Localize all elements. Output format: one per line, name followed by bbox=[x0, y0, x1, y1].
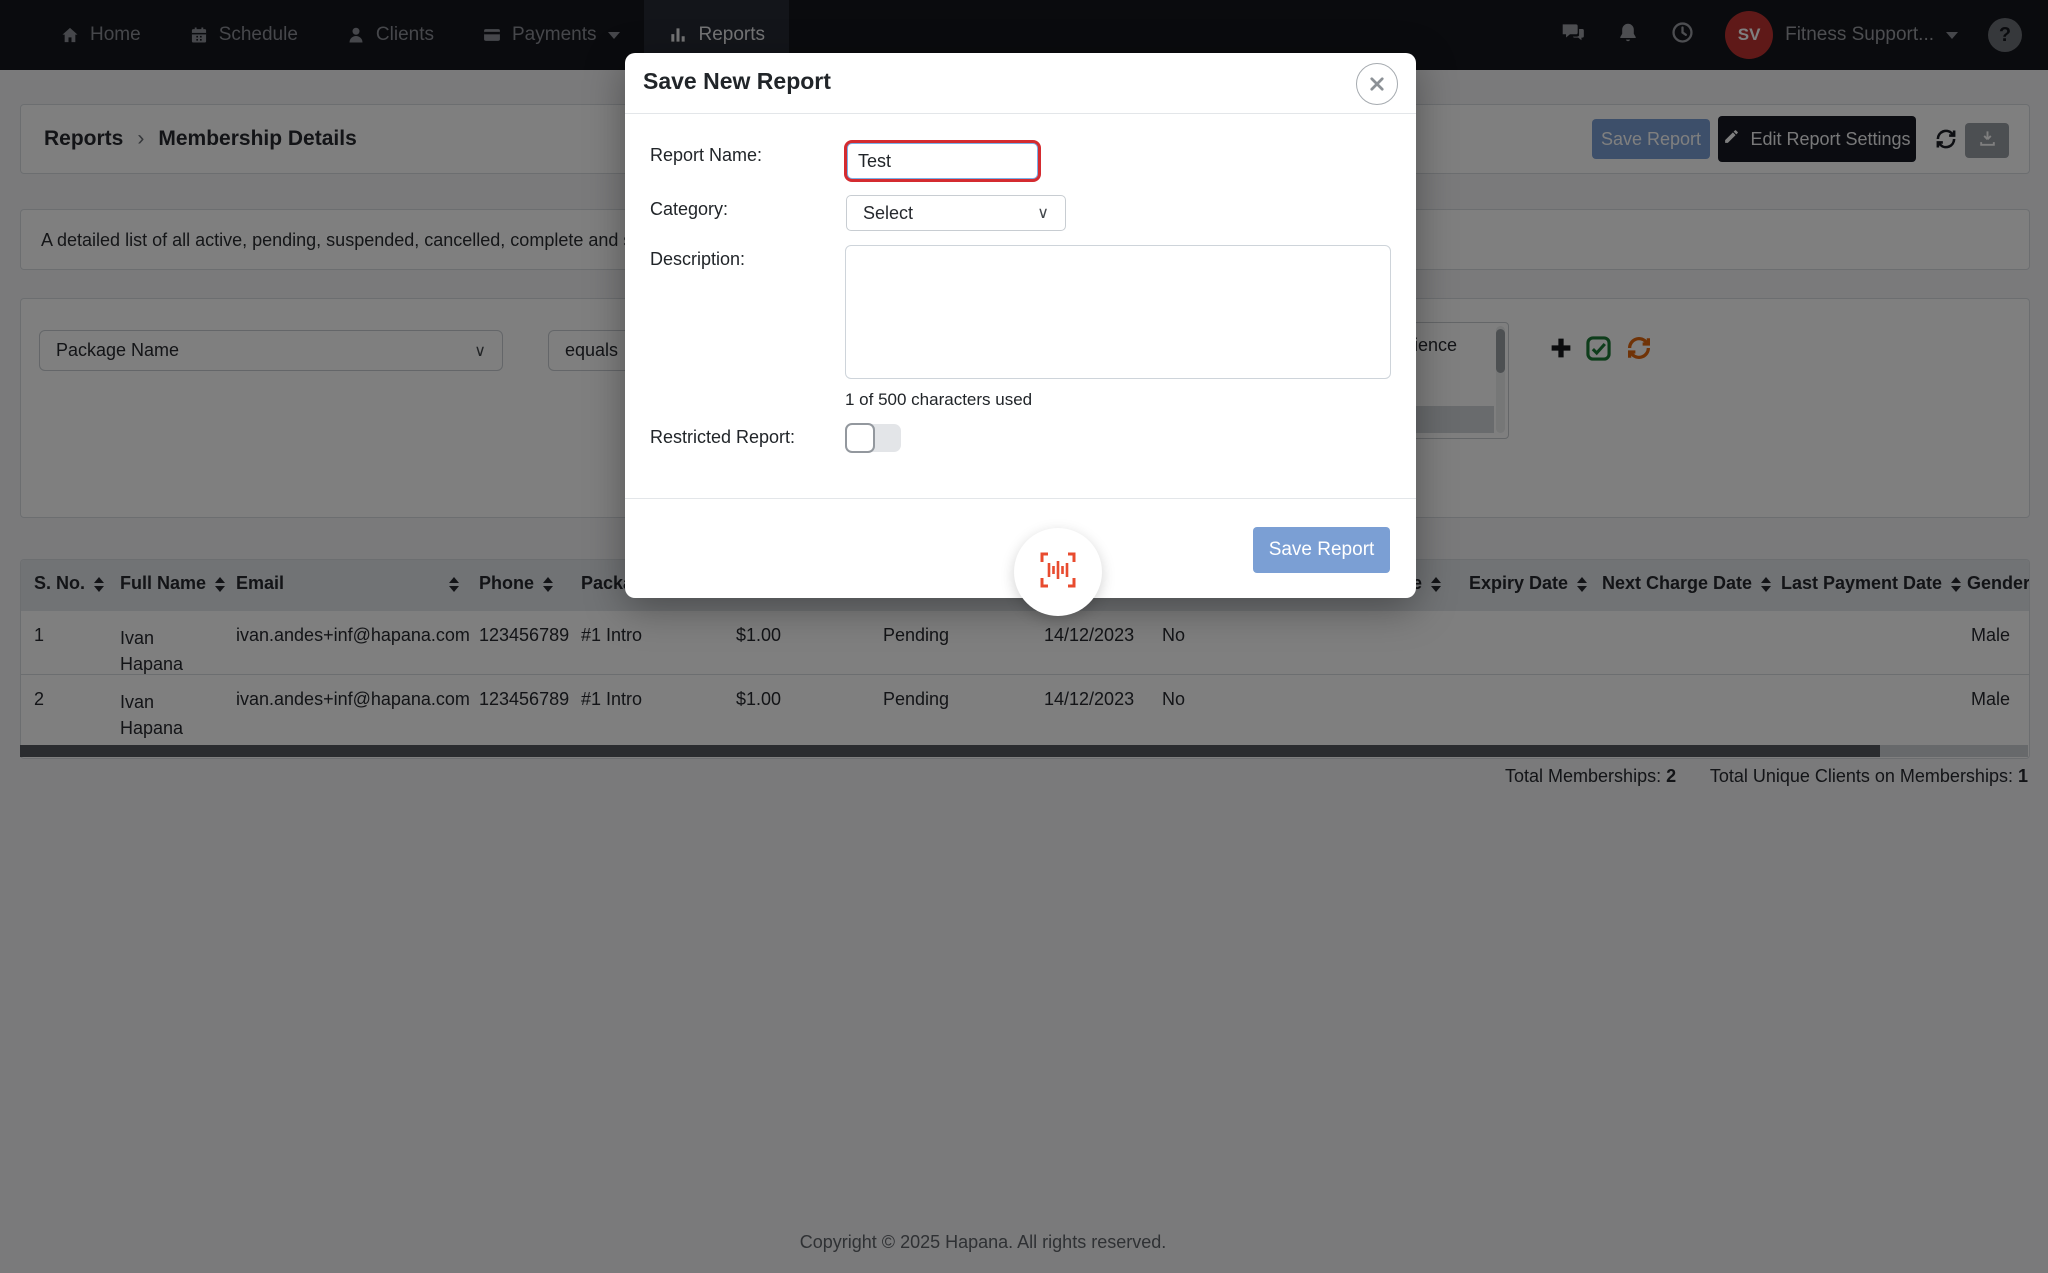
save-new-report-modal: Save New Report Report Name: Category: S… bbox=[625, 53, 1416, 598]
close-icon[interactable] bbox=[1356, 63, 1398, 105]
toggle-knob bbox=[845, 423, 875, 453]
restricted-report-label: Restricted Report: bbox=[650, 427, 795, 448]
modal-header: Save New Report bbox=[625, 53, 1416, 114]
category-select[interactable]: Select ∨ bbox=[846, 195, 1066, 231]
loading-spinner bbox=[1014, 528, 1102, 616]
category-label: Category: bbox=[650, 199, 728, 220]
description-textarea[interactable] bbox=[845, 245, 1391, 379]
app-root: Home Schedule Clients Payments bbox=[0, 0, 2048, 1273]
description-label: Description: bbox=[650, 249, 745, 270]
report-name-label: Report Name: bbox=[650, 145, 762, 166]
category-value: Select bbox=[863, 203, 913, 224]
modal-title: Save New Report bbox=[643, 68, 831, 95]
modal-save-report-button[interactable]: Save Report bbox=[1253, 527, 1390, 573]
modal-save-report-label: Save Report bbox=[1269, 539, 1375, 561]
chevron-down-icon: ∨ bbox=[1037, 203, 1049, 223]
restricted-report-toggle[interactable] bbox=[845, 424, 901, 452]
char-counter: 1 of 500 characters used bbox=[845, 390, 1032, 410]
report-name-input[interactable] bbox=[847, 143, 1038, 179]
barcode-spinner-icon bbox=[1034, 546, 1082, 599]
modal-footer-divider bbox=[625, 498, 1416, 499]
